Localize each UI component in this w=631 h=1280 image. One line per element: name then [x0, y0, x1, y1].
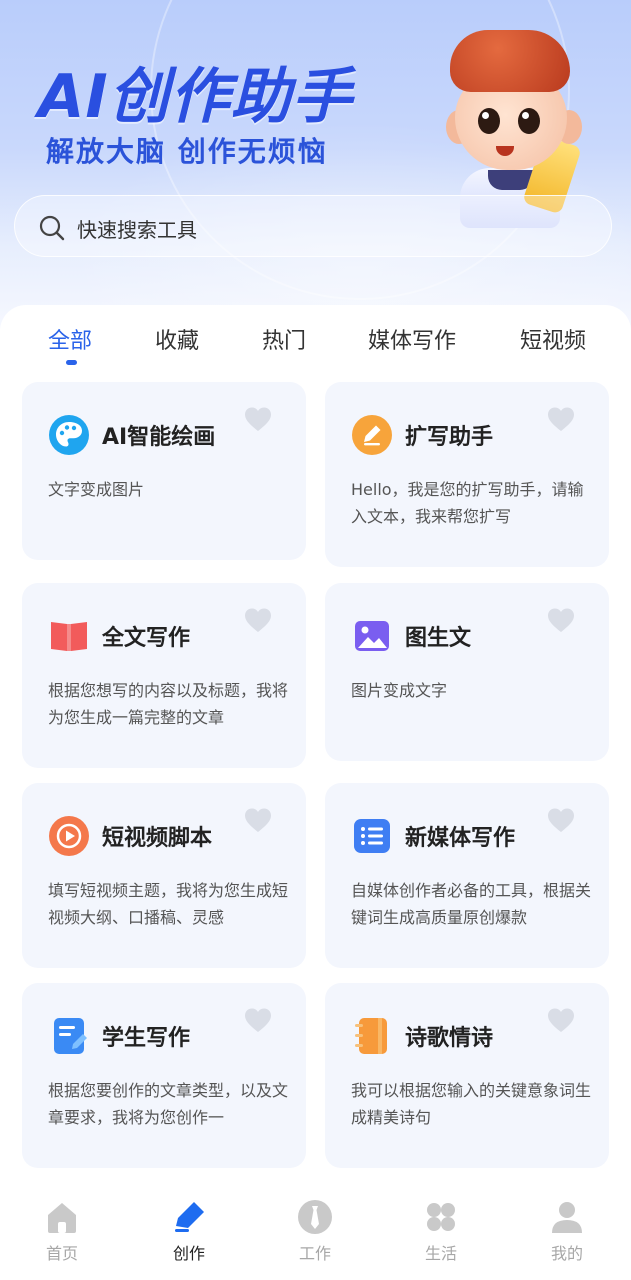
play-icon: [49, 816, 89, 856]
hero-banner: AI创作助手 解放大脑 创作无烦恼: [0, 0, 631, 330]
tab-media-writing[interactable]: 媒体写作: [368, 323, 456, 355]
card-description: 我可以根据您输入的关键意象词生成精美诗句: [351, 1081, 592, 1127]
favorite-heart-icon[interactable]: [244, 1007, 272, 1033]
book-icon: [51, 622, 87, 651]
tool-card-short-video-script[interactable]: 短视频脚本 填写短视频主题，我将为您生成短视频大纲、口播稿、灵感: [22, 783, 306, 968]
card-title: 图生文: [405, 626, 472, 651]
card-description: 自媒体创作者必备的工具，根据关键词生成高质量原创爆款: [351, 881, 592, 927]
notebook-icon: [355, 1018, 387, 1054]
favorite-heart-icon[interactable]: [547, 1007, 575, 1033]
search-bar[interactable]: 快速搜索工具: [14, 195, 612, 257]
hero-subtitle: 解放大脑 创作无烦恼: [46, 135, 328, 168]
nav-work[interactable]: 工作: [270, 1198, 360, 1264]
nav-label: 创作: [172, 1244, 205, 1263]
category-tabs: 全部 收藏 热门 媒体写作 短视频: [0, 305, 631, 375]
nav-label: 工作: [298, 1244, 331, 1263]
clover-icon: [427, 1203, 455, 1231]
nav-home[interactable]: 首页: [17, 1198, 107, 1264]
nav-life[interactable]: 生活: [396, 1198, 486, 1264]
tool-card-image-to-text[interactable]: 图生文 图片变成文字: [325, 583, 609, 761]
card-description: 根据您想写的内容以及标题，我将为您生成一篇完整的文章: [48, 681, 289, 727]
nav-mine[interactable]: 我的: [522, 1198, 612, 1264]
hero-title: AI创作助手: [38, 62, 353, 132]
nav-label: 首页: [45, 1244, 78, 1263]
favorite-heart-icon[interactable]: [547, 807, 575, 833]
active-tab-indicator: [66, 360, 77, 365]
bottom-navigation: 首页 创作 工作 生活 我的: [0, 1180, 631, 1280]
tab-short-video[interactable]: 短视频: [520, 323, 586, 355]
tab-hot[interactable]: 热门: [262, 323, 306, 355]
favorite-heart-icon[interactable]: [244, 607, 272, 633]
nav-create[interactable]: 创作: [144, 1198, 234, 1264]
nav-label: 生活: [424, 1244, 457, 1263]
document-icon: [54, 1018, 87, 1054]
card-description: 文字变成图片: [48, 480, 145, 499]
favorite-heart-icon[interactable]: [244, 406, 272, 432]
favorite-heart-icon[interactable]: [547, 406, 575, 432]
card-description: 图片变成文字: [351, 681, 448, 700]
card-title: AI智能绘画: [102, 425, 216, 450]
user-icon: [552, 1202, 582, 1233]
tool-card-student-writing[interactable]: 学生写作 根据您要创作的文章类型，以及文章要求，我将为您创作一: [22, 983, 306, 1168]
favorite-heart-icon[interactable]: [244, 807, 272, 833]
tab-favorites[interactable]: 收藏: [155, 323, 199, 355]
card-title: 扩写助手: [405, 425, 494, 450]
tie-icon: [298, 1200, 332, 1234]
pencil-icon: [352, 415, 392, 455]
list-icon: [354, 819, 390, 853]
tool-card-full-writing[interactable]: 全文写作 根据您想写的内容以及标题，我将为您生成一篇完整的文章: [22, 583, 306, 768]
nav-label: 我的: [550, 1244, 583, 1263]
tool-card-new-media-writing[interactable]: 新媒体写作 自媒体创作者必备的工具，根据关键词生成高质量原创爆款: [325, 783, 609, 968]
tool-card-ai-painting[interactable]: AI智能绘画 文字变成图片: [22, 382, 306, 560]
card-title: 全文写作: [102, 626, 191, 651]
card-description: Hello，我是您的扩写助手，请输入文本，我来帮您扩写: [351, 480, 584, 526]
card-description: 填写短视频主题，我将为您生成短视频大纲、口播稿、灵感: [48, 881, 289, 927]
palette-icon: [49, 415, 89, 455]
card-title: 新媒体写作: [405, 826, 516, 851]
home-icon: [48, 1203, 76, 1233]
card-title: 短视频脚本: [102, 826, 213, 851]
card-description: 根据您要创作的文章类型，以及文章要求，我将为您创作一: [48, 1081, 289, 1127]
card-title: 学生写作: [102, 1026, 191, 1051]
favorite-heart-icon[interactable]: [547, 607, 575, 633]
card-title: 诗歌情诗: [405, 1026, 494, 1051]
search-placeholder: 快速搜索工具: [77, 218, 197, 242]
pen-icon: [175, 1202, 204, 1232]
search-icon: [39, 215, 65, 241]
tool-card-poetry[interactable]: 诗歌情诗 我可以根据您输入的关键意象词生成精美诗句: [325, 983, 609, 1168]
image-icon: [355, 621, 389, 651]
tab-all[interactable]: 全部: [48, 323, 92, 355]
tool-card-expand-writing[interactable]: 扩写助手 Hello，我是您的扩写助手，请输入文本，我来帮您扩写: [325, 382, 609, 567]
